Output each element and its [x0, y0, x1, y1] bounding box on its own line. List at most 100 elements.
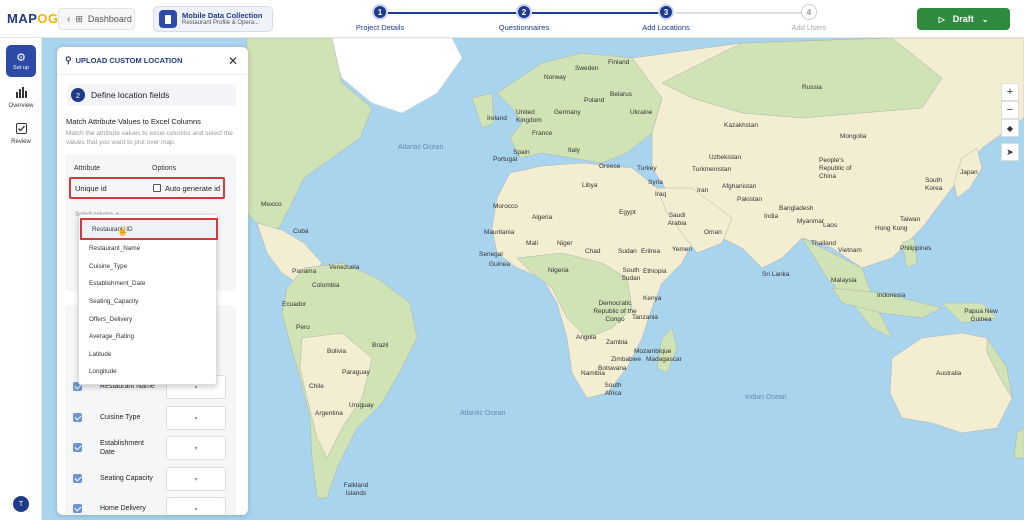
- country-label: Egypt: [619, 209, 636, 216]
- country-label: Angola: [576, 334, 597, 341]
- checkbox-checked-icon[interactable]: [73, 504, 82, 513]
- checkbox-icon: [6, 119, 36, 137]
- country-label: Kenya: [643, 295, 662, 302]
- step-add-locations[interactable]: 3 Add Locations: [626, 4, 706, 32]
- column-dropdown-menu: Restaurant_ID ☝ Restaurant_Name Cuisine_…: [78, 214, 218, 385]
- field-row: Home Delivery ▾: [67, 495, 237, 515]
- step-title: Define location fields: [91, 90, 170, 100]
- field-label: Seating Capacity: [100, 475, 153, 483]
- country-label: Madagascar: [646, 356, 682, 363]
- field-row: Establishment Date ▾: [67, 434, 237, 462]
- nav-review[interactable]: Review: [0, 119, 42, 145]
- field-select[interactable]: ▾: [166, 467, 226, 491]
- ocean-label: Indian Ocean: [745, 394, 787, 401]
- zoom-out-button[interactable]: −: [1001, 101, 1019, 119]
- country-label: Zambia: [606, 339, 628, 346]
- nav-review-label: Review: [11, 139, 31, 145]
- field-select[interactable]: ▾: [166, 406, 226, 430]
- field-label: Establishment Date: [100, 439, 144, 456]
- country-label: South Korea: [925, 177, 943, 192]
- field-select[interactable]: ▾: [166, 436, 226, 460]
- compass-icon[interactable]: ◆: [1001, 119, 1019, 137]
- checkbox-checked-icon[interactable]: [73, 443, 82, 452]
- country-label: Argentina: [315, 410, 343, 417]
- country-label: Senegal: [479, 251, 503, 258]
- dropdown-option[interactable]: Restaurant_Name: [79, 240, 216, 258]
- checkbox-checked-icon[interactable]: [73, 474, 82, 483]
- country-label: Yemen: [672, 246, 692, 253]
- country-label: Australia: [936, 370, 962, 377]
- dropdown-option[interactable]: Longitude: [79, 363, 216, 381]
- project-subtitle: Restaurant Profile & Opera...: [182, 19, 260, 26]
- nav-overview-label: Overview: [8, 103, 34, 109]
- step-add-users[interactable]: 4 Add Users: [769, 4, 849, 32]
- step-questionnaires[interactable]: 2 Questionnaires: [484, 4, 564, 32]
- country-label: South Sudan: [621, 267, 641, 282]
- chevron-left-icon: ‹: [67, 13, 71, 25]
- auto-generate-checkbox[interactable]: Auto generate id: [153, 184, 220, 193]
- unique-id-label: Unique id: [75, 183, 107, 193]
- country-label: Paraguay: [342, 369, 370, 376]
- country-label: Colombia: [312, 282, 340, 289]
- country-label: Venezuela: [329, 264, 360, 271]
- step-label: Add Users: [791, 23, 827, 32]
- project-card[interactable]: Mobile Data Collection Restaurant Profil…: [153, 6, 273, 32]
- country-label: Turkey: [637, 165, 657, 172]
- unique-id-row: Unique id Auto generate id: [69, 176, 225, 199]
- auto-generate-label: Auto generate id: [165, 183, 221, 193]
- step-number: 3: [658, 4, 674, 20]
- country-label: Indonesia: [877, 292, 906, 299]
- field-label: Home Delivery: [100, 505, 146, 513]
- grid-icon: ⊞: [75, 13, 83, 24]
- zoom-in-button[interactable]: +: [1001, 83, 1019, 101]
- country-label: Spain: [513, 149, 530, 156]
- ocean-label: Atlantic Ocean: [398, 144, 444, 151]
- country-label: Kazakhstan: [724, 122, 758, 129]
- country-label: Algeria: [532, 214, 553, 221]
- back-to-dashboard-button[interactable]: ‹ ⊞ Dashboard: [58, 8, 135, 30]
- country-label: Saudi Arabia: [667, 212, 687, 227]
- country-label: France: [532, 130, 553, 137]
- step-project-details[interactable]: 1 Project Details: [340, 4, 420, 32]
- dropdown-option[interactable]: Establishment_Date: [79, 275, 216, 293]
- country-label: Myanmar: [797, 218, 825, 225]
- step-number: 1: [372, 4, 388, 20]
- field-label: Cuisine Type: [100, 414, 141, 422]
- country-label: Falkland Islands: [343, 482, 369, 497]
- close-icon[interactable]: ✕: [228, 54, 238, 68]
- country-label: Ecuador: [282, 301, 307, 308]
- country-label: Portugal: [493, 156, 518, 163]
- dropdown-option[interactable]: Latitude: [79, 346, 216, 364]
- country-label: Russia: [802, 84, 822, 91]
- country-label: Panama: [292, 268, 317, 275]
- clipboard-icon: [159, 10, 177, 28]
- progress-stepper: 1 Project Details 2 Questionnaires 3 Add…: [350, 4, 830, 36]
- field-select[interactable]: ▾: [166, 497, 226, 515]
- nav-setup[interactable]: ⚙ Set up: [0, 45, 42, 77]
- panel-header: ⚲ UPLOAD CUSTOM LOCATION ✕: [57, 47, 248, 75]
- country-label: Tanzania: [632, 314, 659, 321]
- country-label: Cuba: [293, 228, 309, 235]
- avatar[interactable]: T: [13, 496, 29, 512]
- locate-icon[interactable]: ➤: [1001, 143, 1019, 161]
- hand-cursor-icon: ☝: [117, 226, 129, 236]
- country-label: Sudan: [618, 248, 637, 255]
- country-label: Afghanistan: [722, 183, 757, 190]
- dropdown-option[interactable]: Seating_Capacity: [79, 293, 216, 311]
- draft-label: Draft: [952, 14, 974, 24]
- country-label: Italy: [568, 147, 580, 154]
- dropdown-option[interactable]: Restaurant_ID ☝: [80, 218, 218, 240]
- step-label: Project Details: [355, 23, 405, 32]
- checkbox-checked-icon[interactable]: [73, 413, 82, 422]
- country-label: Ethiopia: [643, 268, 667, 275]
- dropdown-option[interactable]: Average_Rating: [79, 328, 216, 346]
- nav-overview[interactable]: Overview: [0, 83, 42, 109]
- app-logo[interactable]: MAPOG: [7, 11, 59, 26]
- draft-button[interactable]: ▷ Draft ⌄: [917, 8, 1010, 30]
- country-label: Finland: [608, 59, 630, 66]
- dropdown-option[interactable]: Offers_Delivery: [79, 310, 216, 328]
- country-label: Poland: [584, 97, 605, 104]
- country-label: Nigeria: [548, 267, 569, 274]
- dropdown-option[interactable]: Cuisine_Type: [79, 258, 216, 276]
- country-label: Eritrea: [641, 248, 661, 255]
